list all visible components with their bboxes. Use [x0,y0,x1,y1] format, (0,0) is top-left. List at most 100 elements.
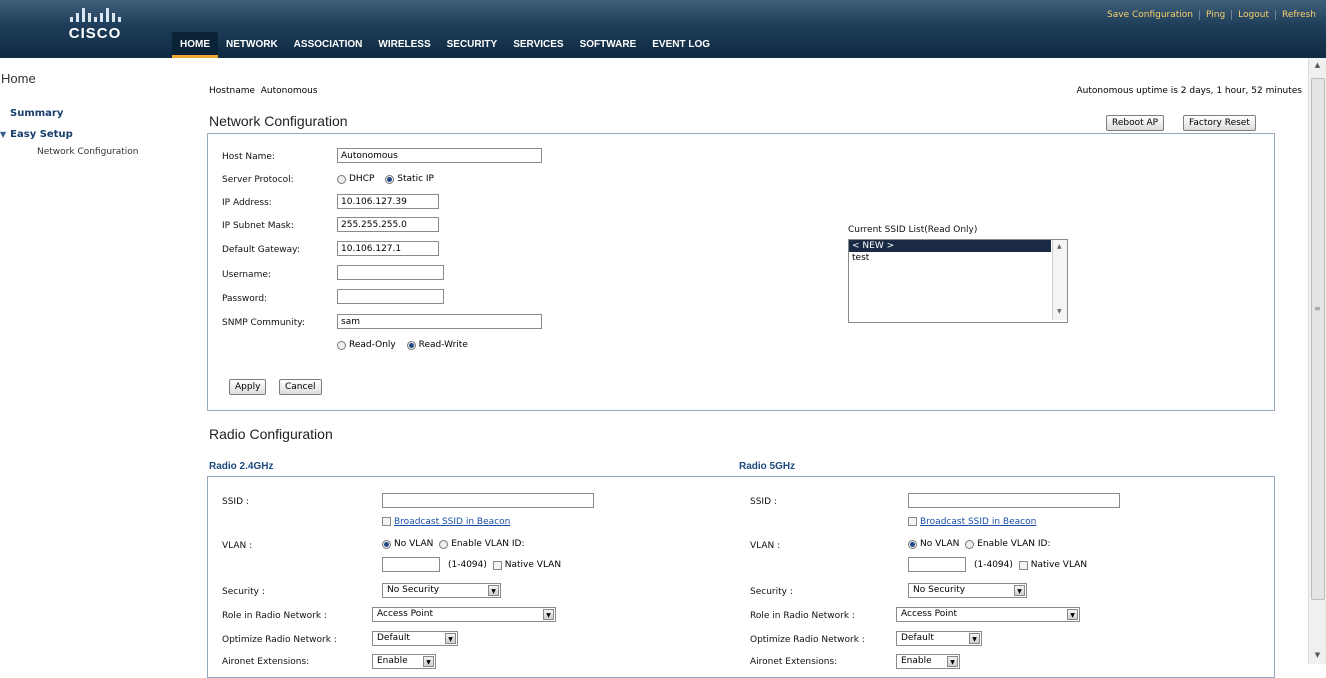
hostname-label: Hostname [209,86,256,96]
save-configuration-link[interactable]: Save Configuration [1101,10,1199,20]
no-vlan-5-radio[interactable] [908,539,917,549]
dhcp-radio-label: DHCP [349,174,375,184]
ssid-list-label: Current SSID List(Read Only) [848,225,978,235]
nav-network[interactable]: NETWORK [218,32,286,58]
nav-services[interactable]: SERVICES [505,32,571,58]
native-vlan-24-label: Native VLAN [504,560,562,570]
vlan-range-5-text: (1-4094) [974,560,1013,570]
host-name-input[interactable]: Autonomous [337,148,542,163]
ssid-list-option-new[interactable]: < NEW > [849,240,1051,252]
scroll-down-icon: ▼ [1057,308,1062,315]
logout-link[interactable]: Logout [1231,10,1275,20]
enable-vlan-24-radio[interactable] [439,539,449,549]
snmp-access-group: Read-Only Read-Write [337,340,476,351]
optimize-5-select[interactable]: Default ▼ [896,631,982,646]
factory-reset-button[interactable]: Factory Reset [1183,115,1256,131]
security-24-select[interactable]: No Security ▼ [382,583,501,598]
vlan-range-24: (1-4094) Native VLAN [448,560,569,571]
security-5-label: Security : [750,587,793,597]
scroll-up-icon[interactable]: ▲ [1309,58,1326,72]
ssid-list-option-test[interactable]: test [849,252,1067,264]
ssid-list-scrollbar[interactable]: ▲ ▼ [1052,240,1067,320]
apply-button[interactable]: Apply [229,379,267,395]
role-24-value: Access Point [377,609,434,619]
server-protocol-group: DHCP Static IP [337,174,442,185]
broadcast-ssid-5-checkbox[interactable] [908,517,917,526]
vlan-id-5-input[interactable] [908,557,966,572]
optimize-24-select[interactable]: Default ▼ [372,631,458,646]
snmp-community-input[interactable]: sam [337,314,542,329]
scroll-up-icon: ▲ [1057,243,1062,250]
scroll-down-icon[interactable]: ▼ [1309,648,1326,662]
uptime-text: Autonomous uptime is 2 days, 1 hour, 52 … [1076,86,1302,96]
role-24-label: Role in Radio Network : [222,611,327,621]
sidebar-item-easy-setup[interactable]: ▼ Easy Setup [0,129,73,140]
read-write-radio[interactable] [406,340,416,350]
left-sidebar: Home Summary ▼ Easy Setup Network Configu… [0,58,186,664]
refresh-link[interactable]: Refresh [1275,10,1322,20]
nav-security[interactable]: SECURITY [439,32,506,58]
enable-vlan-5-radio[interactable] [965,539,975,549]
ssid-list-box[interactable]: < NEW > test ▲ ▼ [848,239,1068,323]
ip-address-input[interactable]: 10.106.127.39 [337,194,439,209]
nav-software[interactable]: SOFTWARE [572,32,645,58]
security-5-select[interactable]: No Security ▼ [908,583,1027,598]
username-input[interactable] [337,265,444,280]
no-vlan-5-label: No VLAN [920,539,960,549]
no-vlan-24-radio[interactable] [382,539,391,549]
enable-vlan-24-label: Enable VLAN ID: [451,539,525,549]
nav-home[interactable]: HOME [172,32,218,58]
ssid-24-label: SSID : [222,497,249,507]
subnet-mask-label: IP Subnet Mask: [222,221,294,231]
nav-event-log[interactable]: EVENT LOG [644,32,718,58]
nav-association[interactable]: ASSOCIATION [286,32,371,58]
role-5-select[interactable]: Access Point ▼ [896,607,1080,622]
dropdown-arrow-icon: ▼ [445,633,456,644]
sidebar-item-summary[interactable]: Summary [10,108,63,119]
vlan-range-24-text: (1-4094) [448,560,487,570]
aironet-5-select[interactable]: Enable ▼ [896,654,960,669]
aironet-24-select[interactable]: Enable ▼ [372,654,436,669]
native-vlan-5-checkbox[interactable] [1018,560,1028,570]
native-vlan-5-label: Native VLAN [1030,560,1088,570]
vlan-id-24-input[interactable] [382,557,440,572]
vlan-5-group: No VLAN Enable VLAN ID: [908,539,1059,550]
ip-address-label: IP Address: [222,198,272,208]
dhcp-radio[interactable] [337,174,346,184]
ping-link[interactable]: Ping [1199,10,1231,20]
scrollbar-thumb[interactable] [1311,78,1325,600]
password-label: Password: [222,294,268,304]
security-24-value: No Security [387,585,440,595]
cisco-wordmark: cisco [68,25,122,42]
subnet-mask-input[interactable]: 255.255.255.0 [337,217,439,232]
radio-configuration-title: Radio Configuration [209,426,333,442]
broadcast-ssid-24-link[interactable]: Broadcast SSID in Beacon [394,517,510,527]
default-gateway-input[interactable]: 10.106.127.1 [337,241,439,256]
password-input[interactable] [337,289,444,304]
hostname-line: Hostname Autonomous [209,86,318,96]
vlan-range-5: (1-4094) Native VLAN [974,560,1095,571]
role-5-value: Access Point [901,609,958,619]
nav-wireless[interactable]: WIRELESS [370,32,438,58]
dropdown-arrow-icon: ▼ [947,656,958,667]
snmp-community-label: SNMP Community: [222,318,305,328]
read-only-radio[interactable] [337,340,346,350]
native-vlan-24-checkbox[interactable] [492,560,502,570]
ssid-24-input[interactable] [382,493,594,508]
broadcast-ssid-24-checkbox[interactable] [382,517,391,526]
vlan-24-group: No VLAN Enable VLAN ID: [382,539,533,550]
role-24-select[interactable]: Access Point ▼ [372,607,556,622]
reboot-ap-button[interactable]: Reboot AP [1106,115,1165,131]
page-scrollbar[interactable]: ▲ ≡ ▼ [1308,58,1326,664]
ssid-5-input[interactable] [908,493,1120,508]
sidebar-item-network-configuration[interactable]: Network Configuration [37,147,138,157]
read-write-radio-label: Read-Write [418,340,468,350]
sidebar-item-label: Easy Setup [10,129,73,140]
top-header: cisco Save Configuration Ping Logout Ref… [0,0,1326,58]
expand-triangle-icon: ▼ [0,130,7,139]
static-ip-radio[interactable] [385,174,395,184]
broadcast-ssid-5-link[interactable]: Broadcast SSID in Beacon [920,517,1036,527]
cancel-button[interactable]: Cancel [279,379,322,395]
dropdown-arrow-icon: ▼ [488,585,499,596]
main-nav: HOME NETWORK ASSOCIATION WIRELESS SECURI… [172,32,718,58]
